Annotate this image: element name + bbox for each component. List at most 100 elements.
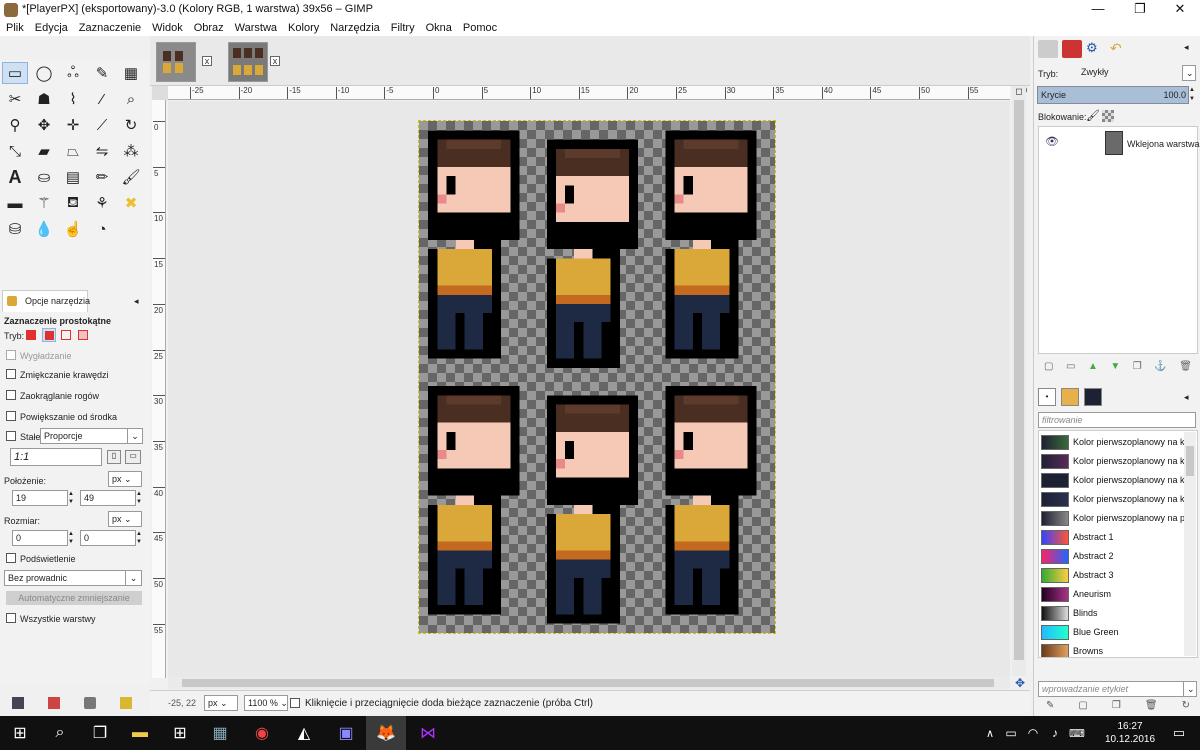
zoom-dropdown[interactable]: 1100 % ⌄ [244, 695, 288, 711]
opacity-slider[interactable]: Krycie 100.0 [1037, 86, 1189, 104]
gradient-item[interactable]: Blue Green [1039, 623, 1187, 642]
smudge-tool-icon[interactable]: ☝ [60, 218, 86, 240]
status-unit-dropdown[interactable]: px ⌄ [204, 695, 238, 711]
ratio-input[interactable]: 1:1 [10, 448, 102, 466]
position-unit-dropdown[interactable]: px ⌄ [108, 471, 142, 487]
gradient-item[interactable]: Browns [1039, 642, 1187, 657]
landscape-icon[interactable]: ▭ [125, 450, 141, 464]
color-picker-tool-icon[interactable]: ⁄ [89, 88, 115, 110]
image-canvas[interactable] [418, 120, 776, 634]
unity-icon[interactable]: ◭ [284, 716, 324, 750]
vertical-scrollbar[interactable]: ◻ [1012, 86, 1026, 676]
menu-widok[interactable]: Widok [152, 20, 183, 36]
measure-tool-icon[interactable]: ⚲ [2, 114, 28, 136]
lock-pixels-icon[interactable]: 🖌 [1086, 109, 1100, 122]
feather-checkbox[interactable] [6, 369, 16, 379]
cage-tool-icon[interactable]: ⁂ [118, 140, 144, 162]
gradient-item[interactable]: Abstract 3 [1039, 566, 1187, 585]
move-tool-icon[interactable]: ✥ [31, 114, 57, 136]
rotate-tool-icon[interactable]: ↻ [118, 114, 144, 136]
blur-tool-icon[interactable]: 💧 [31, 218, 57, 240]
gradient-item[interactable]: Kolor pierwszoplanowy na ko [1039, 471, 1190, 490]
mode-replace-icon[interactable] [26, 330, 36, 340]
undo-history-tab-icon[interactable]: ↶ [1110, 40, 1130, 58]
shear-tool-icon[interactable]: ▰ [31, 140, 57, 162]
gradient-item[interactable]: Blinds [1039, 604, 1187, 623]
tab-close-icon[interactable]: x [202, 56, 212, 66]
gradient-filter-input[interactable]: filtrowanie [1038, 412, 1196, 428]
ink-tool-icon[interactable]: ⛾ [60, 192, 86, 214]
gradient-item[interactable]: Kolor pierwszoplanowy na ko [1039, 490, 1190, 509]
vertical-ruler[interactable]: 0 5 10 15 20 25 30 35 40 45 50 55 [152, 100, 166, 678]
paths-tab-icon[interactable]: ⚙ [1086, 40, 1106, 58]
task-view-icon[interactable]: ❐ [80, 716, 120, 750]
dodge-burn-tool-icon[interactable]: ◔ [89, 218, 115, 240]
channels-tab-icon[interactable] [1062, 40, 1082, 58]
mode-subtract-icon[interactable] [61, 330, 71, 340]
store-icon[interactable]: ⊞ [160, 716, 200, 750]
horizontal-scrollbar[interactable] [168, 677, 1010, 689]
crop-tool-icon[interactable]: ⟋ [89, 114, 115, 136]
menu-edycja[interactable]: Edycja [35, 20, 68, 36]
app-icon[interactable]: ▦ [200, 716, 240, 750]
search-icon[interactable]: ⌕ [40, 716, 80, 750]
menu-obraz[interactable]: Obraz [194, 20, 224, 36]
notifications-icon[interactable]: ▭ [1162, 716, 1196, 750]
paths-tool-icon[interactable]: ⌇ [60, 88, 86, 110]
wifi-icon[interactable]: ◠ [1022, 716, 1044, 750]
fixed-dropdown-arrow-icon[interactable]: ⌄ [127, 428, 143, 444]
chrome-icon[interactable]: ◉ [242, 716, 282, 750]
start-button-windows-icon[interactable]: ⊞ [0, 716, 40, 750]
layer-row[interactable]: 👁 Wklejona warstwa [1039, 127, 1200, 155]
menu-warstwa[interactable]: Warstwa [235, 20, 277, 36]
rounded-corners-checkbox[interactable] [6, 390, 16, 400]
scale-tool-icon[interactable]: ⤡ [2, 140, 28, 162]
bucket-fill-tool-icon[interactable]: ⛀ [31, 166, 57, 188]
text-tool-icon[interactable]: A [2, 166, 28, 188]
rect-select-tool-icon[interactable]: ▭ [2, 62, 28, 84]
anchor-layer-icon[interactable]: ⚓ [1154, 361, 1166, 377]
scissors-tool-icon[interactable]: ✂ [2, 88, 28, 110]
fuzzy-select-tool-icon[interactable]: ✎ [89, 62, 115, 84]
visibility-eye-icon[interactable]: 👁 [1045, 135, 1059, 148]
perspective-tool-icon[interactable]: ⏢ [60, 140, 86, 162]
new-group-icon[interactable]: ▭ [1066, 361, 1075, 377]
tab-close-icon[interactable]: x [270, 56, 280, 66]
new-gradient-icon[interactable]: ▢ [1078, 700, 1087, 714]
save-options-icon[interactable] [12, 697, 24, 709]
vertical-scroll-thumb[interactable] [1014, 100, 1024, 660]
maximize-button[interactable]: ❐ [1120, 0, 1160, 20]
delete-options-icon[interactable] [84, 697, 96, 709]
mode-intersect-icon[interactable] [78, 330, 88, 340]
navigate-corner-icon[interactable]: ◻ [1013, 86, 1025, 100]
size-width-spinner-icon[interactable]: ▲ ▼ [68, 530, 76, 546]
delete-layer-icon[interactable]: 🗑 [1179, 361, 1192, 377]
tray-arrow-icon[interactable]: ∧ [980, 716, 1000, 750]
file-explorer-icon[interactable]: ▬ [120, 716, 160, 750]
guides-dropdown[interactable]: Bez prowadnic [4, 570, 126, 586]
tag-dropdown-arrow-icon[interactable]: ⌄ [1183, 681, 1197, 697]
layer-mode-arrow-icon[interactable]: ⌄ [1182, 65, 1196, 81]
gradients-menu-icon[interactable]: ◂ [1184, 392, 1189, 403]
gradients-tab-icon[interactable] [1084, 388, 1102, 406]
restore-options-icon[interactable] [48, 697, 60, 709]
delete-gradient-icon[interactable]: 🗑 [1145, 700, 1158, 714]
blend-tool-icon[interactable]: ▤ [60, 166, 86, 188]
image-thumbnail-1[interactable] [156, 42, 196, 82]
brushes-tab-icon[interactable]: • [1038, 388, 1056, 406]
perspective-clone-tool-icon[interactable]: ⛁ [2, 218, 28, 240]
horizontal-scroll-thumb[interactable] [182, 679, 994, 687]
keyboard-icon[interactable]: ⌨ [1066, 716, 1088, 750]
mode-add-icon[interactable] [42, 328, 56, 342]
duplicate-layer-icon[interactable]: ❐ [1133, 361, 1142, 377]
image-thumbnail-2[interactable] [228, 42, 268, 82]
antialias-checkbox[interactable] [6, 350, 16, 360]
tab-tool-options[interactable]: Opcje narzędzia [2, 290, 90, 312]
autoshrink-button[interactable]: Automatyczne zmniejszanie [6, 591, 142, 605]
position-x-input[interactable]: 19 [12, 490, 68, 506]
foreground-select-tool-icon[interactable]: ☗ [31, 88, 57, 110]
patterns-tab-icon[interactable] [1061, 388, 1079, 406]
highlight-checkbox[interactable] [6, 553, 16, 563]
gradient-item[interactable]: Kolor pierwszoplanowy na kol [1039, 433, 1192, 452]
menu-okna[interactable]: Okna [426, 20, 452, 36]
